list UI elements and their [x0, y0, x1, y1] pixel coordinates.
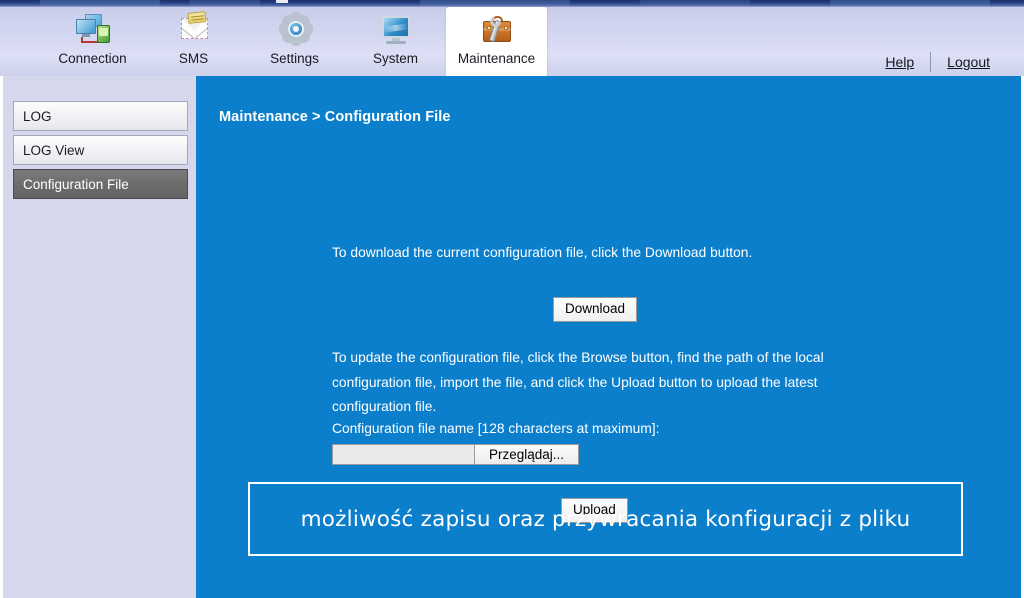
- configuration-file-name-label: Configuration file name [128 characters …: [332, 421, 660, 436]
- nav-tab-label: SMS: [178, 51, 209, 66]
- sidebar-menu: LOG LOG View Configuration File: [13, 101, 188, 203]
- gear-icon: [275, 12, 315, 50]
- router-admin-page: Connection SMS Settings System Maintenan…: [0, 0, 1024, 598]
- header-bar: Connection SMS Settings System Maintenan…: [0, 7, 1024, 76]
- browse-button[interactable]: Przeglądaj...: [474, 444, 579, 465]
- download-button[interactable]: Download: [553, 297, 638, 322]
- toolbox-wrench-icon: [477, 12, 517, 50]
- nav-tab-settings[interactable]: Settings: [244, 7, 345, 76]
- nav-tab-connection[interactable]: Connection: [42, 7, 143, 76]
- decorative-top-strip: [0, 0, 1024, 7]
- nav-tab-label: System: [372, 51, 418, 66]
- top-strip-notch: [276, 0, 288, 3]
- breadcrumb: Maintenance > Configuration File: [219, 109, 451, 125]
- header-links: Help Logout: [869, 52, 1006, 72]
- nav-tab-label: Settings: [270, 51, 319, 66]
- sidebar-item-label: LOG View: [23, 142, 85, 158]
- help-link[interactable]: Help: [869, 54, 930, 70]
- nav-tab-label: Maintenance: [457, 51, 536, 66]
- nav-tab-label: Connection: [58, 51, 127, 66]
- nav-tab-system[interactable]: System: [345, 7, 446, 76]
- sidebar-item-label: Configuration File: [23, 176, 129, 192]
- page-body: LOG LOG View Configuration File Maintena…: [0, 76, 1024, 598]
- sidebar-item-log-view[interactable]: LOG View: [13, 135, 188, 165]
- main-navigation: Connection SMS Settings System Maintenan…: [42, 7, 547, 76]
- download-instruction-text: To download the current configuration fi…: [332, 245, 753, 260]
- monitor-icon: [376, 12, 416, 50]
- configuration-file-input[interactable]: [332, 444, 474, 465]
- annotation-box: możliwość zapisu oraz przywracania konfi…: [248, 482, 963, 556]
- envelope-icon: [174, 11, 214, 50]
- sidebar: LOG LOG View Configuration File: [3, 76, 196, 598]
- content-panel: Maintenance > Configuration File To down…: [196, 76, 1021, 598]
- nav-tab-sms[interactable]: SMS: [143, 7, 244, 76]
- file-upload-row: Przeglądaj...: [332, 444, 579, 465]
- nav-tab-maintenance[interactable]: Maintenance: [446, 7, 547, 76]
- sidebar-item-log[interactable]: LOG: [13, 101, 188, 131]
- annotation-text: możliwość zapisu oraz przywracania konfi…: [300, 506, 911, 532]
- sidebar-item-configuration-file[interactable]: Configuration File: [13, 169, 188, 199]
- connection-icon: [73, 12, 113, 50]
- update-instruction-text: To update the configuration file, click …: [332, 350, 824, 414]
- sidebar-item-label: LOG: [23, 108, 52, 124]
- logout-link[interactable]: Logout: [931, 54, 1006, 70]
